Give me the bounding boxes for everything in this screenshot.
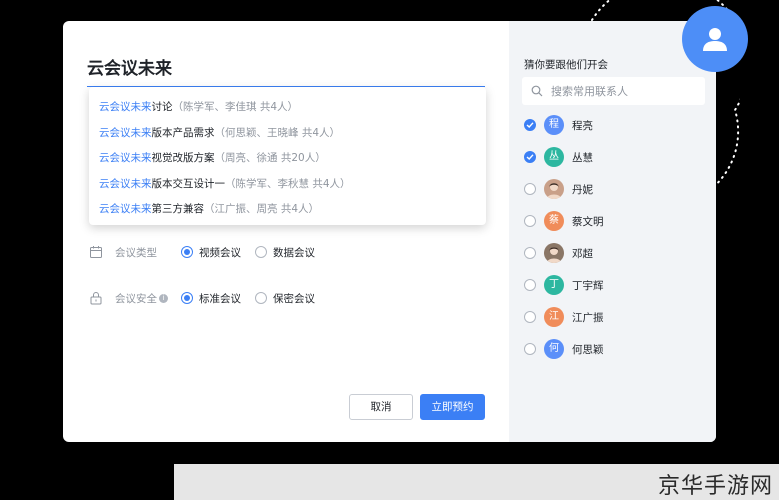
- checkbox-checked[interactable]: [524, 151, 536, 163]
- checkbox-unchecked[interactable]: [524, 183, 536, 195]
- suggestion-participants: （何思颖、王晓峰 共4人）: [214, 126, 341, 139]
- contact-item[interactable]: 何何思颖: [524, 338, 604, 360]
- contact-search-input[interactable]: 搜索常用联系人: [522, 77, 705, 105]
- meeting-type-option-video[interactable]: 视频会议: [181, 245, 241, 260]
- user-avatar[interactable]: [682, 6, 748, 72]
- checkbox-checked[interactable]: [524, 119, 536, 131]
- meeting-type-label: 会议类型: [115, 246, 157, 259]
- meeting-security-label: 会议安全: [115, 292, 157, 305]
- meeting-security-option-standard[interactable]: 标准会议: [181, 291, 241, 306]
- radio-selected[interactable]: [181, 292, 193, 304]
- contact-name: 邓超: [572, 247, 593, 260]
- contact-name: 丛慧: [572, 151, 593, 164]
- suggestion-participants: （江广振、周亮 共4人）: [204, 203, 320, 215]
- suggestion-rest: 版本产品需求: [151, 126, 215, 139]
- suggestion-rest: 版本交互设计一: [151, 177, 226, 190]
- suggestion-item[interactable]: 云会议未来版本交互设计一（陈学军、李秋慧 共4人）: [89, 172, 486, 198]
- option-label: 数据会议: [273, 246, 315, 259]
- contact-item[interactable]: 程程亮: [524, 114, 593, 136]
- suggestion-match: 云会议未来: [99, 101, 152, 113]
- suggestion-participants: （陈学军、李佳琪 共4人）: [172, 101, 299, 113]
- contact-name: 何思颖: [572, 343, 604, 356]
- contacts-title: 猜你要跟他们开会: [524, 59, 608, 71]
- suggestion-rest: 讨论: [151, 101, 173, 113]
- meeting-type-option-data[interactable]: 数据会议: [255, 245, 315, 260]
- meeting-security-row: 会议安全 i 标准会议 保密会议: [89, 289, 329, 307]
- contact-item[interactable]: 邓超: [524, 242, 593, 264]
- contact-name: 蔡文明: [572, 215, 604, 228]
- contact-avatar: 丁: [544, 275, 564, 295]
- title-suggestion-dropdown: 云会议未来讨论（陈学军、李佳琪 共4人） 云会议未来版本产品需求（何思颖、王晓峰…: [89, 87, 486, 225]
- checkbox-unchecked[interactable]: [524, 279, 536, 291]
- contact-avatar: 蔡: [544, 211, 564, 231]
- book-now-button[interactable]: 立即预约: [420, 394, 485, 420]
- suggestion-rest: 第三方兼容: [151, 203, 205, 215]
- checkbox-unchecked[interactable]: [524, 311, 536, 323]
- contact-avatar: 丛: [544, 147, 564, 167]
- contact-item[interactable]: 丛丛慧: [524, 146, 593, 168]
- contact-avatar: 程: [544, 115, 564, 135]
- contact-avatar: [544, 179, 564, 199]
- radio-unselected[interactable]: [255, 292, 267, 304]
- meeting-security-label-wrap: 会议安全 i: [115, 291, 181, 306]
- meeting-title-input[interactable]: 云会议未来: [87, 55, 485, 87]
- contact-item[interactable]: 江江广振: [524, 306, 604, 328]
- user-icon: [703, 28, 727, 51]
- contact-avatar: 江: [544, 307, 564, 327]
- suggestion-item[interactable]: 云会议未来第三方兼容（江广振、周亮 共4人）: [89, 197, 486, 223]
- info-icon[interactable]: i: [159, 293, 168, 303]
- search-placeholder: 搜索常用联系人: [551, 85, 628, 98]
- suggestion-match: 云会议未来: [99, 177, 152, 190]
- suggestion-participants: （陈学军、李秋慧 共4人）: [225, 177, 351, 190]
- meeting-booking-dialog: 云会议未来 云会议未来讨论（陈学军、李佳琪 共4人） 云会议未来版本产品需求（何…: [63, 21, 716, 442]
- search-icon: [531, 85, 543, 97]
- lock-icon: [89, 291, 103, 305]
- cancel-button[interactable]: 取消: [349, 394, 413, 420]
- suggestion-match: 云会议未来: [99, 203, 152, 215]
- option-label: 标准会议: [199, 292, 241, 305]
- contact-item[interactable]: 丹妮: [524, 178, 593, 200]
- contact-name: 丁宇辉: [572, 279, 604, 292]
- contact-name: 程亮: [572, 119, 593, 132]
- meeting-security-option-secret[interactable]: 保密会议: [255, 291, 315, 306]
- checkbox-unchecked[interactable]: [524, 215, 536, 227]
- contact-item[interactable]: 丁丁宇辉: [524, 274, 604, 296]
- meeting-form: 云会议未来 云会议未来讨论（陈学军、李佳琪 共4人） 云会议未来版本产品需求（何…: [63, 21, 509, 442]
- checkbox-unchecked[interactable]: [524, 343, 536, 355]
- checkbox-unchecked[interactable]: [524, 247, 536, 259]
- option-label: 视频会议: [199, 246, 241, 259]
- contacts-panel: 猜你要跟他们开会 搜索常用联系人 程程亮丛丛慧丹妮蔡蔡文明邓超丁丁宇辉江江广振何…: [509, 21, 716, 442]
- contact-avatar: [544, 243, 564, 263]
- suggestion-rest: 视觉改版方案: [151, 152, 215, 164]
- contact-item[interactable]: 蔡蔡文明: [524, 210, 604, 232]
- contact-name: 丹妮: [572, 183, 593, 196]
- radio-selected[interactable]: [181, 246, 193, 258]
- suggestion-match: 云会议未来: [99, 126, 152, 139]
- suggestion-item[interactable]: 云会议未来版本产品需求（何思颖、王晓峰 共4人）: [89, 121, 486, 147]
- contact-name: 江广振: [572, 311, 604, 324]
- radio-unselected[interactable]: [255, 246, 267, 258]
- contact-avatar: 何: [544, 339, 564, 359]
- option-label: 保密会议: [273, 292, 315, 305]
- meeting-type-row: 会议类型 视频会议 数据会议: [89, 243, 329, 261]
- watermark-text: 京华手游网: [657, 474, 773, 499]
- calendar-icon: [89, 245, 103, 259]
- suggestion-item[interactable]: 云会议未来视觉改版方案（周亮、徐通 共20人）: [89, 146, 486, 172]
- suggestion-participants: （周亮、徐通 共20人）: [214, 152, 326, 164]
- suggestion-item[interactable]: 云会议未来讨论（陈学军、李佳琪 共4人）: [89, 95, 486, 121]
- suggestion-match: 云会议未来: [99, 152, 152, 164]
